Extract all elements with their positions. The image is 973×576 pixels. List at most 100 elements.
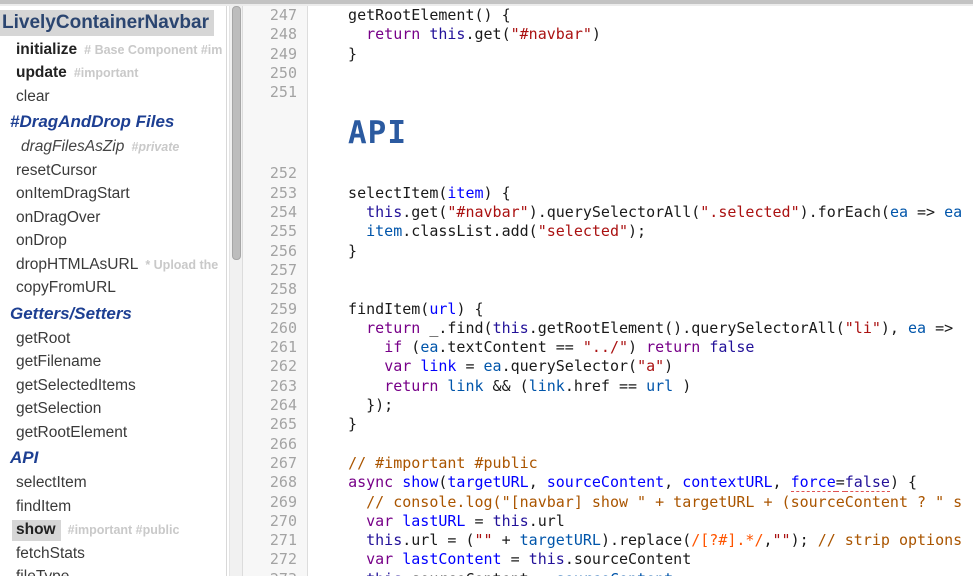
code-line-261[interactable]: if (ea.textContent == "../") return fals…	[308, 338, 973, 357]
code-token: show	[402, 473, 438, 491]
code-line-255[interactable]: item.classList.add("selected");	[308, 222, 973, 241]
sidebar-item-resetcursor[interactable]: resetCursor	[0, 159, 226, 183]
code-token: ) {	[456, 300, 483, 318]
code-line-264[interactable]: });	[308, 396, 973, 415]
sidebar-item-label: API	[10, 448, 38, 468]
code-line-260[interactable]: return _.find(this.getRootElement().quer…	[308, 319, 973, 338]
code-row: 258	[243, 280, 973, 299]
code-line-256[interactable]: }	[308, 242, 973, 261]
line-number: 248	[243, 25, 308, 44]
line-number: 263	[243, 377, 308, 396]
code-line-254[interactable]: this.get("#navbar").querySelectorAll(".s…	[308, 203, 973, 222]
code-line-250[interactable]	[308, 64, 973, 83]
code-line-252[interactable]	[308, 164, 973, 183]
code-token	[330, 377, 384, 395]
sidebar-item-update[interactable]: update#important	[0, 62, 226, 86]
code-token: );	[628, 222, 646, 240]
code-editor[interactable]: 247 getRootElement() {248 return this.ge…	[243, 6, 973, 576]
code-line-262[interactable]: var link = ea.querySelector("a")	[308, 357, 973, 376]
code-line-253[interactable]: selectItem(item) {	[308, 184, 973, 203]
sidebar-item-label: onItemDragStart	[16, 185, 130, 203]
code-line-263[interactable]: return link && (link.href == url )	[308, 377, 973, 396]
code-token: this	[429, 25, 465, 43]
code-token: =>	[926, 319, 953, 337]
sidebar-item-ondrop[interactable]: onDrop	[0, 230, 226, 254]
sidebar-item-finditem[interactable]: findItem	[0, 495, 226, 519]
sidebar-item-clear[interactable]: clear	[0, 85, 226, 109]
line-number: 253	[243, 184, 308, 203]
item-tag: #important	[74, 66, 139, 80]
code-line-271[interactable]: this.url = ("" + targetURL).replace(/[?#…	[308, 531, 973, 550]
code-token: .url = (	[402, 531, 474, 549]
sidebar-scrollbar-thumb[interactable]	[232, 6, 241, 260]
code-token: async	[348, 473, 393, 491]
code-token: .textContent ==	[438, 338, 583, 356]
code-line-257[interactable]	[308, 261, 973, 280]
sidebar-item-getselection[interactable]: getSelection	[0, 398, 226, 422]
sidebar-item-fetchstats[interactable]: fetchStats	[0, 542, 226, 566]
sidebar-item-getroot[interactable]: getRoot	[0, 327, 226, 351]
code-token: ""	[475, 531, 493, 549]
code-line-273[interactable]: this.sourceContent = sourceContent	[308, 570, 973, 576]
sidebar-item-label: getSelection	[16, 400, 101, 418]
line-number: 270	[243, 512, 308, 531]
sidebar-item-copyfromurl[interactable]: copyFromURL	[0, 277, 226, 301]
line-number: 268	[243, 473, 308, 492]
code-token	[393, 512, 402, 530]
code-token: }	[330, 415, 357, 433]
code-line-258[interactable]	[308, 280, 973, 299]
code-row: 254 this.get("#navbar").querySelectorAll…	[243, 203, 973, 222]
code-token: )	[628, 338, 646, 356]
sidebar-item-filetype[interactable]: fileType	[0, 566, 226, 576]
code-token: lastURL	[402, 512, 465, 530]
class-title[interactable]: LivelyContainerNavbar	[0, 10, 214, 36]
code-row: 261 if (ea.textContent == "../") return …	[243, 338, 973, 357]
sidebar-item-getrootelement[interactable]: getRootElement	[0, 421, 226, 445]
sidebar-item-draganddrop-files[interactable]: #DragAndDrop Files	[0, 109, 226, 136]
code-line-269[interactable]: // console.log("[navbar] show " + target…	[308, 493, 973, 512]
code-line-266[interactable]	[308, 435, 973, 454]
code-token: findItem(	[330, 300, 429, 318]
code-token	[393, 550, 402, 568]
code-token	[330, 357, 384, 375]
sidebar-item-getselecteditems[interactable]: getSelectedItems	[0, 374, 226, 398]
code-token: contextURL	[682, 473, 772, 491]
code-line-259[interactable]: findItem(url) {	[308, 300, 973, 319]
code-line-251[interactable]	[308, 83, 973, 102]
sidebar-item-selectitem[interactable]: selectItem	[0, 472, 226, 496]
code-token: .get(	[465, 25, 510, 43]
code-line-265[interactable]: }	[308, 415, 973, 434]
code-line-249[interactable]: }	[308, 45, 973, 64]
code-line-270[interactable]: var lastURL = this.url	[308, 512, 973, 531]
code-token: .get(	[402, 203, 447, 221]
sidebar-item-dragfilesaszip[interactable]: dragFilesAsZip#private	[0, 136, 226, 160]
code-token: .url	[529, 512, 565, 530]
code-token	[330, 203, 366, 221]
sidebar-item-getters-setters[interactable]: Getters/Setters	[0, 300, 226, 327]
line-number: 256	[243, 242, 308, 261]
sidebar-item-api[interactable]: API	[0, 445, 226, 472]
code-line-248[interactable]: return this.get("#navbar")	[308, 25, 973, 44]
code-token: return	[366, 319, 420, 337]
sidebar-item-drophtmlasurl[interactable]: dropHTMLAsURL* Upload the	[0, 253, 226, 277]
code-line-268[interactable]: async show(targetURL, sourceContent, con…	[308, 473, 973, 492]
code-token: "#navbar"	[447, 203, 528, 221]
code-token: ).forEach(	[800, 203, 890, 221]
sidebar-item-initialize[interactable]: initialize# Base Component #im	[0, 38, 226, 62]
code-token: link	[529, 377, 565, 395]
sidebar-scrollbar[interactable]	[229, 6, 243, 576]
sidebar-item-onitemdragstart[interactable]: onItemDragStart	[0, 183, 226, 207]
code-token: ).replace(	[601, 531, 691, 549]
sidebar-item-label: selectItem	[16, 474, 87, 492]
code-token: ,	[529, 473, 547, 491]
sidebar-item-show[interactable]: show#important #public	[0, 519, 226, 543]
sidebar-item-getfilename[interactable]: getFilename	[0, 351, 226, 375]
sidebar-item-ondragover[interactable]: onDragOver	[0, 206, 226, 230]
code-line-247[interactable]: getRootElement() {	[308, 6, 973, 25]
code-token: ),	[881, 319, 908, 337]
code-line-272[interactable]: var lastContent = this.sourceContent	[308, 550, 973, 569]
line-number: 255	[243, 222, 308, 241]
code-row: 257	[243, 261, 973, 280]
line-number: 266	[243, 435, 308, 454]
code-line-267[interactable]: // #important #public	[308, 454, 973, 473]
